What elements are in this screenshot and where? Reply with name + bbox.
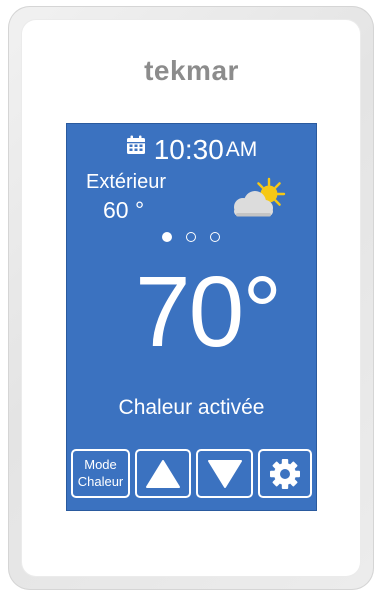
status-text: Chaleur activée xyxy=(118,396,265,419)
outdoor-temperature: 60 ° xyxy=(103,197,145,223)
setpoint-temperature: 70° xyxy=(135,256,282,368)
brand-logo: tekmar xyxy=(144,55,239,86)
temperature-up-button[interactable] xyxy=(135,449,191,498)
page-indicator xyxy=(162,232,232,242)
outdoor-label: Extérieur xyxy=(86,171,167,193)
arrow-down-icon xyxy=(207,459,242,488)
mode-button-line1: Mode xyxy=(84,457,117,473)
page-dot-1[interactable] xyxy=(162,232,172,242)
clock-row[interactable]: 10:30AM xyxy=(67,134,316,166)
touch-screen: 10:30AM Extérieur 60 ° 70° Chaleur activ… xyxy=(67,124,316,510)
temperature-down-button[interactable] xyxy=(196,449,253,498)
clock-ampm: AM xyxy=(225,138,258,161)
settings-button[interactable] xyxy=(258,449,312,498)
page-dot-2[interactable] xyxy=(186,232,196,242)
arrow-up-icon xyxy=(146,459,180,488)
partly-sunny-icon xyxy=(225,177,289,228)
page-dot-3[interactable] xyxy=(210,232,220,242)
calendar-icon xyxy=(126,135,146,160)
clock-time: 10:30 xyxy=(153,134,224,165)
mode-button[interactable]: Mode Chaleur xyxy=(71,449,130,498)
mode-button-line2: Chaleur xyxy=(77,473,124,489)
gear-icon xyxy=(270,458,300,489)
